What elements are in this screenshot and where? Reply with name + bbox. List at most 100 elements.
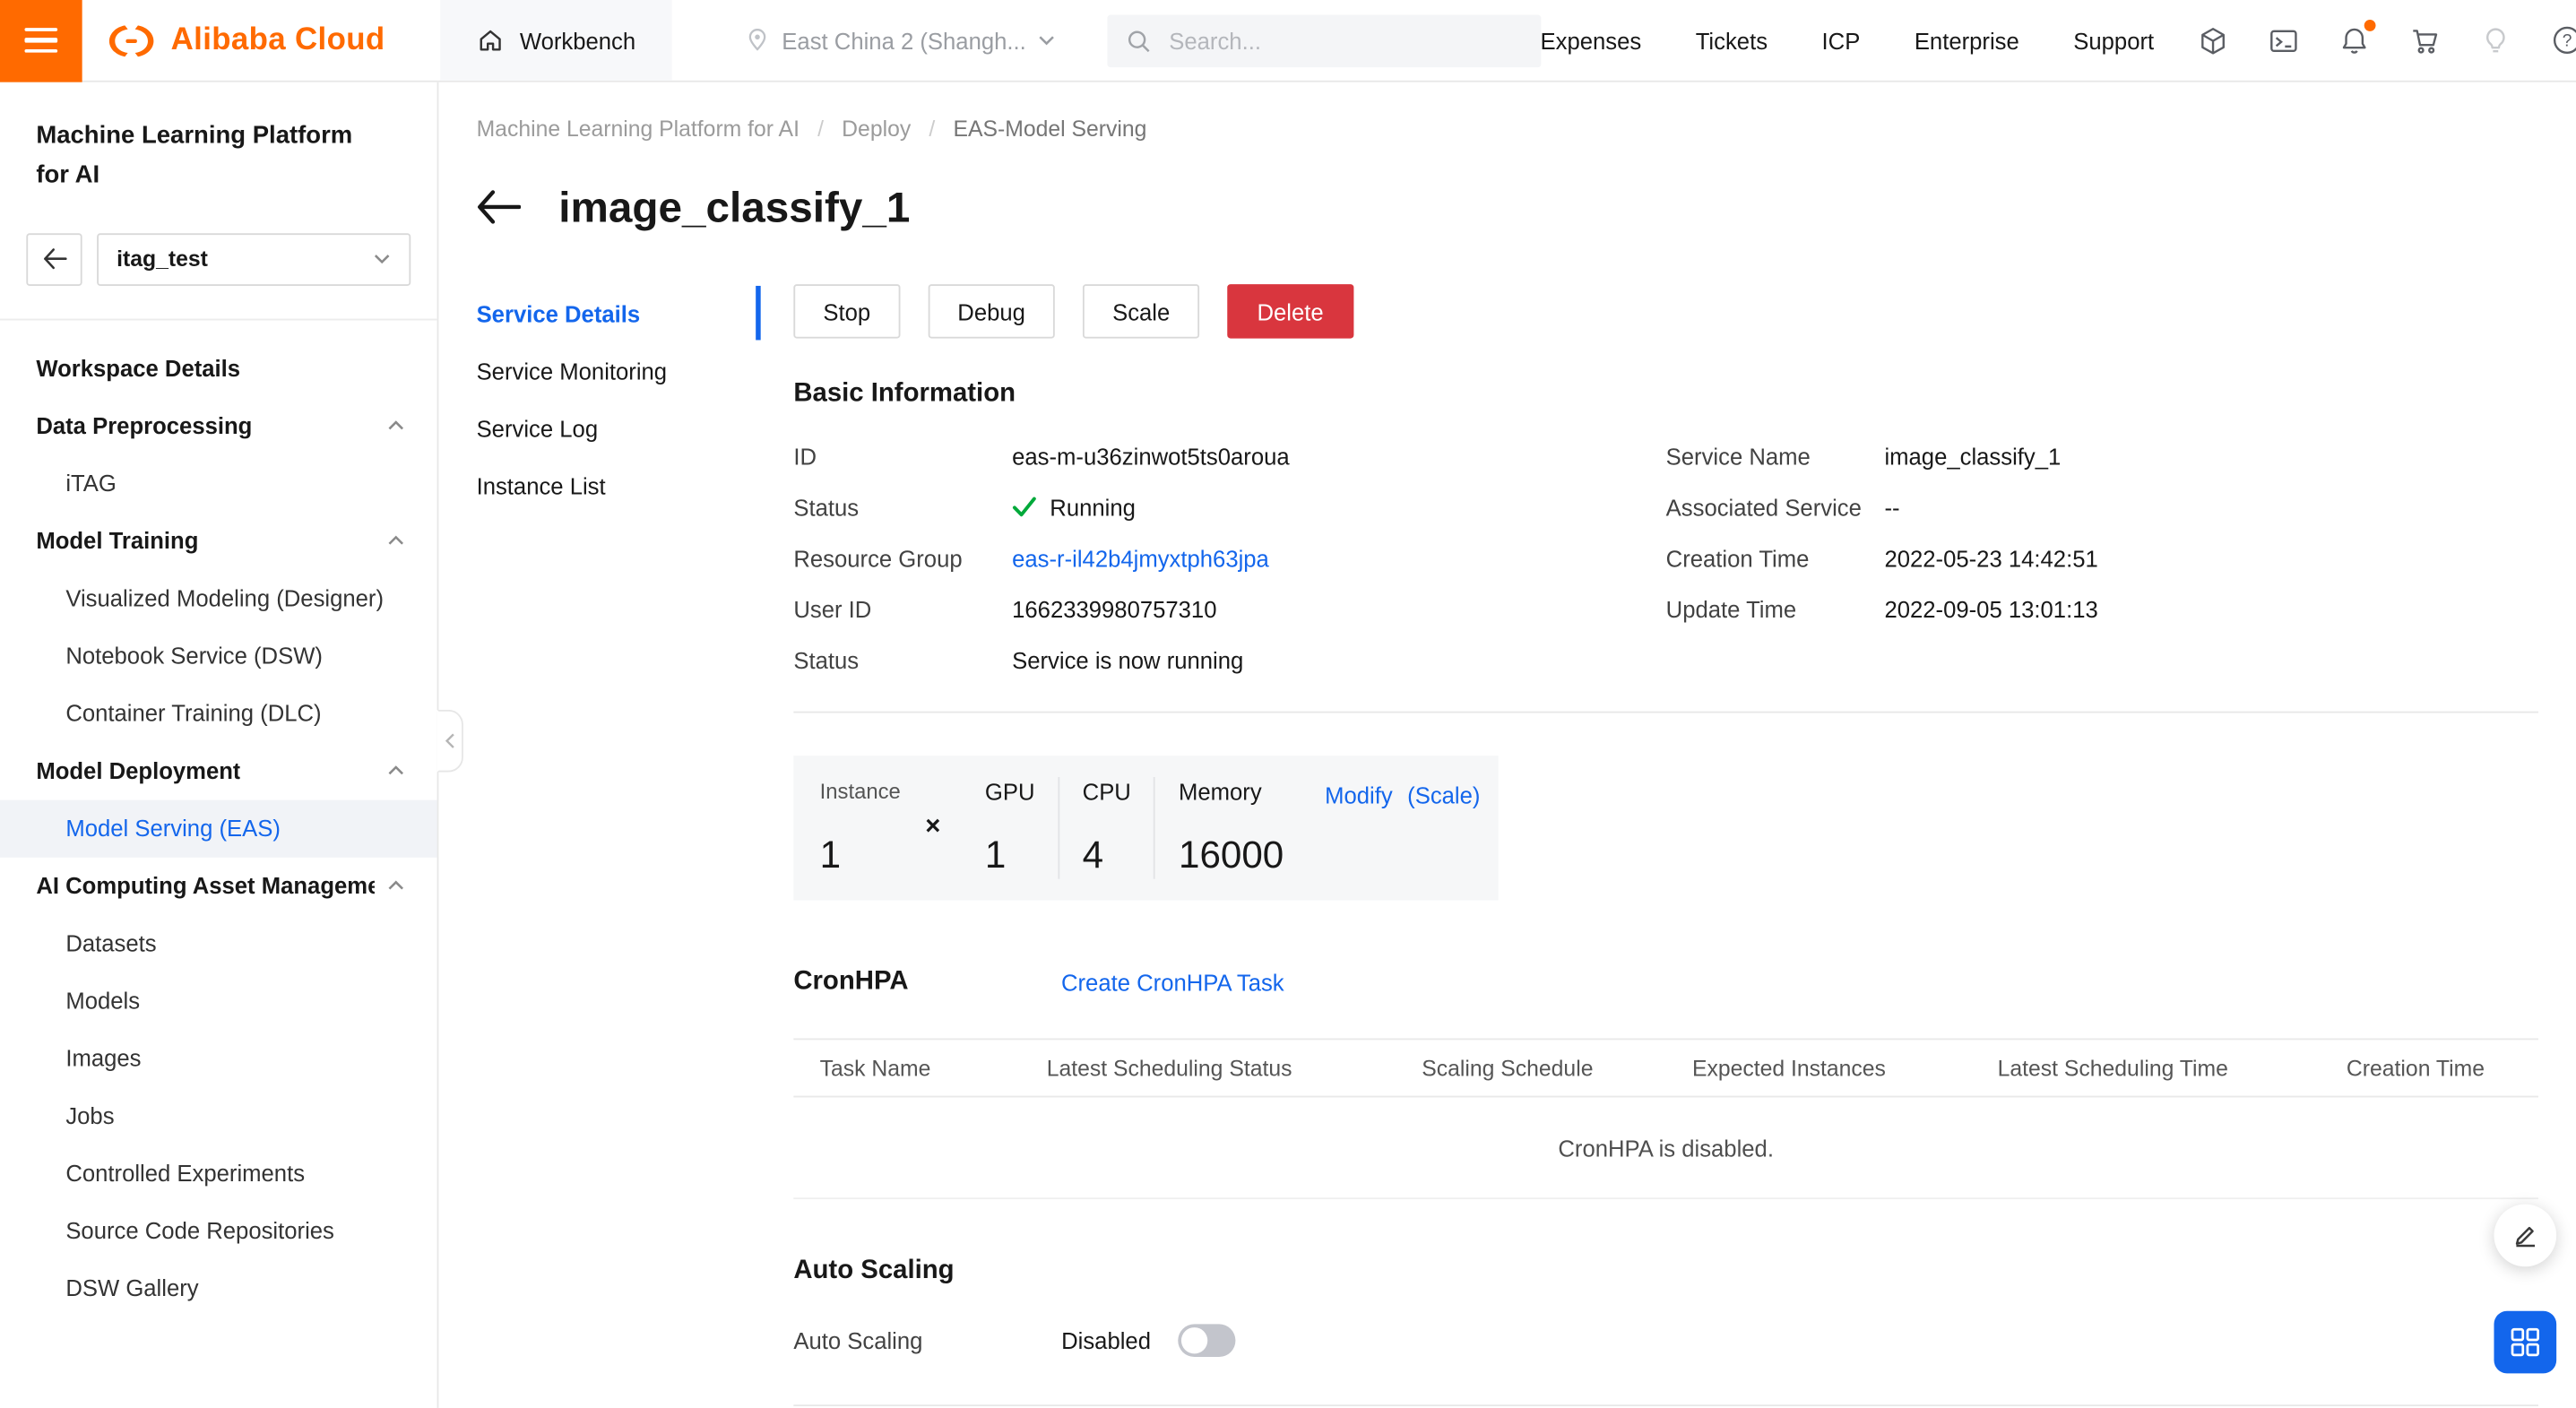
topbar-nav: Expenses Tickets ICP Enterprise Support xyxy=(1541,27,2155,53)
info-row-associated-service: Associated Service -- xyxy=(1666,481,2538,532)
sidebar-item-container-training[interactable]: Container Training (DLC) xyxy=(0,685,437,742)
breadcrumb-item-platform[interactable]: Machine Learning Platform for AI xyxy=(477,117,800,141)
home-icon xyxy=(477,26,505,54)
search-input[interactable] xyxy=(1166,25,1523,55)
hamburger-menu-button[interactable] xyxy=(0,0,82,82)
sidebar-item-model-serving-eas[interactable]: Model Serving (EAS) xyxy=(0,799,437,857)
status-check-icon xyxy=(1012,497,1036,518)
notification-badge xyxy=(2364,19,2376,30)
chevron-up-icon xyxy=(388,765,404,775)
chevron-up-icon xyxy=(388,420,404,430)
debug-button[interactable]: Debug xyxy=(928,284,1055,338)
sidebar-item-datasets[interactable]: Datasets xyxy=(0,914,437,972)
page-title: image_classify_1 xyxy=(558,182,910,233)
alibaba-cloud-logo-icon xyxy=(107,22,156,58)
breadcrumb-item-current: EAS-Model Serving xyxy=(953,117,1146,141)
resource-group-link[interactable]: eas-r-il42b4jmyxtph63jpa xyxy=(1012,545,1269,571)
auto-scaling-heading: Auto Scaling xyxy=(793,1257,2538,1286)
cronhpa-empty-message: CronHPA is disabled. xyxy=(793,1097,2538,1199)
svg-text:?: ? xyxy=(2562,32,2572,51)
page-header: image_classify_1 xyxy=(477,176,2538,238)
stop-button[interactable]: Stop xyxy=(793,284,900,338)
sidebar-item-workspace-details[interactable]: Workspace Details xyxy=(0,340,437,397)
tab-service-details[interactable]: Service Details xyxy=(477,284,761,341)
basic-information-heading: Basic Information xyxy=(793,379,2538,409)
help-icon[interactable]: ? xyxy=(2550,24,2576,57)
sidebar-item-images[interactable]: Images xyxy=(0,1030,437,1087)
multiply-sign: × xyxy=(923,813,942,842)
workspace-back-button[interactable] xyxy=(26,233,82,286)
apps-grid-button[interactable] xyxy=(2494,1311,2556,1374)
info-row-resource-group: Resource Group eas-r-il42b4jmyxtph63jpa xyxy=(793,532,1665,583)
cronhpa-table: Task Name Latest Scheduling Status Scali… xyxy=(793,1038,2538,1199)
sidebar-collapse-handle[interactable] xyxy=(437,710,463,773)
service-actions: Stop Debug Scale Delete xyxy=(793,284,2538,338)
info-row-user-id: User ID 1662339980757310 xyxy=(793,583,1665,635)
breadcrumb-item-deploy[interactable]: Deploy xyxy=(842,117,911,141)
tab-service-log[interactable]: Service Log xyxy=(477,399,761,456)
sidebar-group-model-training[interactable]: Model Training xyxy=(0,512,437,569)
sidebar-divider xyxy=(0,318,437,320)
nav-support[interactable]: Support xyxy=(2073,27,2154,53)
nav-enterprise[interactable]: Enterprise xyxy=(1915,27,2019,53)
chevron-down-icon xyxy=(373,253,391,264)
cronhpa-table-header: Task Name Latest Scheduling Status Scali… xyxy=(793,1038,2538,1097)
section-divider xyxy=(793,712,2538,713)
resource-summary: Instance 1 × GPU 1 CPU 4 xyxy=(793,756,1498,900)
nav-expenses[interactable]: Expenses xyxy=(1541,27,1642,53)
info-row-service-name: Service Name image_classify_1 xyxy=(1666,430,2538,481)
sidebar-item-source-code-repositories[interactable]: Source Code Repositories xyxy=(0,1202,437,1259)
sidebar-group-model-deployment[interactable]: Model Deployment xyxy=(0,742,437,799)
auto-scaling-toggle[interactable] xyxy=(1179,1324,1236,1357)
auto-scaling-row: Auto Scaling Disabled xyxy=(793,1324,2538,1357)
workbench-button[interactable]: Workbench xyxy=(441,0,672,81)
nav-tickets[interactable]: Tickets xyxy=(1696,27,1768,53)
package-icon[interactable] xyxy=(2197,24,2230,57)
section-divider xyxy=(793,1404,2538,1406)
tab-instance-list[interactable]: Instance List xyxy=(477,457,761,514)
sidebar-group-ai-computing-asset-management[interactable]: AI Computing Asset Management xyxy=(0,857,437,914)
sidebar-item-jobs[interactable]: Jobs xyxy=(0,1087,437,1145)
create-cronhpa-task-link[interactable]: Create CronHPA Task xyxy=(1061,969,1284,995)
topbar-icons: ? xyxy=(2197,24,2576,57)
delete-button[interactable]: Delete xyxy=(1227,284,1353,338)
app-window: Alibaba Cloud Workbench East China 2 (Sh… xyxy=(0,0,2576,1408)
info-row-update-time: Update Time 2022-09-05 13:01:13 xyxy=(1666,583,2538,635)
sidebar-item-visualized-modeling[interactable]: Visualized Modeling (Designer) xyxy=(0,569,437,626)
modify-link[interactable]: Modify xyxy=(1325,782,1393,808)
alibaba-cloud-logo[interactable]: Alibaba Cloud xyxy=(107,22,385,58)
workspace-picker: itag_test xyxy=(0,233,437,286)
workspace-select[interactable]: itag_test xyxy=(97,233,411,286)
global-search xyxy=(1107,14,1541,67)
memory-cell: Memory 16000 xyxy=(1154,777,1307,879)
info-row-status: Status Running xyxy=(793,481,1665,532)
back-arrow-icon[interactable] xyxy=(477,189,521,225)
sidebar-item-itag[interactable]: iTAG xyxy=(0,454,437,512)
info-row-creation-time: Creation Time 2022-05-23 14:42:51 xyxy=(1666,532,2538,583)
chevron-down-icon xyxy=(1038,34,1054,46)
cronhpa-heading: CronHPA xyxy=(793,968,908,998)
info-row-id: ID eas-m-u36zinwot5ts0aroua xyxy=(793,430,1665,481)
sidebar-item-models[interactable]: Models xyxy=(0,972,437,1029)
lightbulb-icon[interactable] xyxy=(2479,24,2512,57)
scale-button[interactable]: Scale xyxy=(1083,284,1199,338)
tab-service-monitoring[interactable]: Service Monitoring xyxy=(477,341,761,399)
region-selector[interactable]: East China 2 (Shangh... xyxy=(744,26,1054,54)
sidebar-item-dsw-gallery[interactable]: DSW Gallery xyxy=(0,1259,437,1317)
sidebar-item-controlled-experiments[interactable]: Controlled Experiments xyxy=(0,1145,437,1202)
modify-scale: Modify (Scale) xyxy=(1325,777,1495,879)
brand-name: Alibaba Cloud xyxy=(171,22,385,58)
sidebar-title: Machine Learning Platform for AI xyxy=(0,117,409,196)
basic-information: ID eas-m-u36zinwot5ts0aroua Status Runni… xyxy=(793,430,2538,685)
main-content: Machine Learning Platform for AI / Deplo… xyxy=(438,82,2576,1408)
sidebar-item-notebook-service[interactable]: Notebook Service (DSW) xyxy=(0,626,437,684)
feedback-pencil-button[interactable] xyxy=(2494,1205,2556,1267)
scale-link[interactable]: (Scale) xyxy=(1407,782,1480,808)
nav-icp[interactable]: ICP xyxy=(1822,27,1861,53)
spec-group: GPU 1 CPU 4 Memory 16000 xyxy=(962,777,1307,879)
notifications-icon[interactable] xyxy=(2338,24,2371,57)
sidebar-group-data-preprocessing[interactable]: Data Preprocessing xyxy=(0,397,437,454)
cli-icon[interactable] xyxy=(2268,24,2301,57)
cart-icon[interactable] xyxy=(2408,24,2442,57)
chevron-up-icon xyxy=(388,536,404,546)
